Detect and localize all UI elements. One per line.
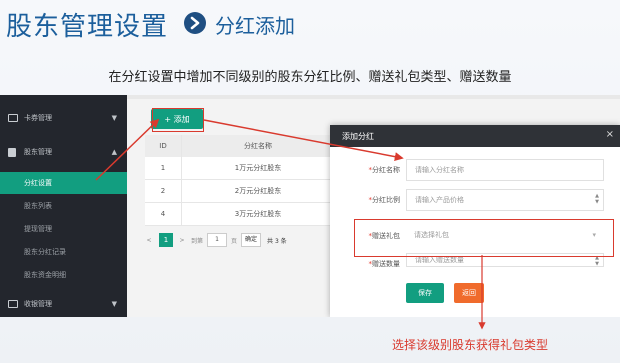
sidebar-item-fund-details[interactable]: 股东资金明细 bbox=[0, 264, 127, 286]
page-number-input[interactable]: 1 bbox=[207, 233, 228, 247]
table-row[interactable]: 4 3万元分红股东 bbox=[145, 203, 335, 226]
field-label: *分红名称 bbox=[368, 166, 401, 174]
sidebar-group-label: 股东管理 bbox=[24, 148, 52, 156]
column-header-name: 分红名称 bbox=[244, 142, 272, 150]
sidebar: 卡券管理 ▼ 股东管理 ▲ 分红设置 股东列表 提现管理 股东分红记录 股东资金… bbox=[0, 95, 127, 317]
page-title: 股东管理设置 bbox=[6, 12, 169, 42]
table-row[interactable]: 1 1万元分红股东 bbox=[145, 157, 335, 180]
sidebar-item-label: 股东分红记录 bbox=[24, 248, 66, 256]
field-label: *赠送数量 bbox=[368, 260, 401, 268]
back-button[interactable]: 返回 bbox=[454, 283, 484, 303]
sidebar-item-dividend-settings[interactable]: 分红设置 bbox=[0, 172, 127, 194]
cell-id: 1 bbox=[145, 157, 182, 179]
stepper-icon[interactable]: ▲ ▼ bbox=[595, 193, 599, 205]
sidebar-group-card[interactable]: 卡券管理 ▼ bbox=[0, 107, 127, 129]
sidebar-item-dividend-records[interactable]: 股东分红记录 bbox=[0, 241, 127, 263]
field-label: *分红比例 bbox=[368, 196, 401, 204]
sidebar-item-label: 分红设置 bbox=[24, 179, 52, 187]
user-icon bbox=[8, 147, 16, 157]
form-row-dividend-name: *分红名称 请输入分红名称 bbox=[330, 159, 620, 181]
check-icon bbox=[8, 300, 18, 308]
sidebar-group-cashier[interactable]: 收银管理 ▼ bbox=[0, 293, 127, 315]
cell-id: 4 bbox=[145, 203, 182, 225]
next-page-button[interactable]: > bbox=[177, 237, 187, 244]
modal-title: 添加分红 bbox=[342, 132, 374, 141]
table-row[interactable]: 2 2万元分红股东 bbox=[145, 180, 335, 203]
sidebar-item-label: 股东列表 bbox=[24, 202, 52, 210]
total-count: 共 3 条 bbox=[267, 237, 287, 245]
sidebar-group-label: 收银管理 bbox=[24, 300, 52, 308]
cell-name: 3万元分红股东 bbox=[234, 210, 282, 218]
highlight-add-button bbox=[152, 108, 204, 132]
goto-label: 到第 bbox=[191, 237, 204, 245]
sidebar-item-label: 提现管理 bbox=[24, 225, 52, 233]
cell-id: 2 bbox=[145, 180, 182, 202]
input-placeholder: 请输入赠送数量 bbox=[415, 256, 464, 264]
chevron-up-icon: ▲ bbox=[111, 148, 117, 156]
card-icon bbox=[8, 114, 18, 122]
highlight-gift-package bbox=[354, 219, 614, 257]
form-row-dividend-ratio: *分红比例 请输入产品价格 ▲ ▼ bbox=[330, 189, 620, 211]
sidebar-item-shareholder-list[interactable]: 股东列表 bbox=[0, 195, 127, 217]
current-page[interactable]: 1 bbox=[159, 233, 173, 247]
save-button[interactable]: 保存 bbox=[406, 283, 444, 303]
cell-name: 2万元分红股东 bbox=[234, 187, 282, 195]
close-icon[interactable]: × bbox=[606, 129, 614, 140]
page-subtitle: 分红添加 bbox=[215, 14, 295, 38]
cell-name: 1万元分红股东 bbox=[234, 164, 282, 172]
sidebar-group-shareholder[interactable]: 股东管理 ▲ bbox=[0, 141, 127, 163]
top-strip bbox=[127, 95, 620, 99]
column-header-id: ID bbox=[145, 135, 182, 157]
prev-page-button[interactable]: < bbox=[145, 237, 153, 244]
input-placeholder: 请输入产品价格 bbox=[415, 196, 464, 204]
page-unit-label: 页 bbox=[231, 237, 238, 245]
dividend-ratio-input[interactable]: 请输入产品价格 ▲ ▼ bbox=[406, 189, 604, 211]
chevron-down-icon: ▼ bbox=[111, 114, 117, 122]
chevron-down-icon: ▼ bbox=[111, 300, 117, 308]
dividend-name-input[interactable]: 请输入分红名称 bbox=[406, 159, 604, 181]
confirm-page-button[interactable]: 确定 bbox=[241, 233, 262, 247]
chevron-right-icon bbox=[184, 12, 206, 34]
modal-header: 添加分红 × bbox=[330, 125, 620, 147]
app-screenshot: 卡券管理 ▼ 股东管理 ▲ 分红设置 股东列表 提现管理 股东分红记录 股东资金… bbox=[0, 95, 620, 317]
table-header: ID 分红名称 bbox=[145, 135, 335, 157]
sidebar-group-label: 卡券管理 bbox=[24, 114, 52, 122]
annotation-caption: 选择该级别股东获得礼包类型 bbox=[392, 338, 549, 352]
pagination: < 1 > 到第 1 页 确定 共 3 条 bbox=[145, 232, 287, 248]
sidebar-item-withdraw[interactable]: 提现管理 bbox=[0, 218, 127, 240]
page-description: 在分红设置中增加不同级别的股东分红比例、赠送礼包类型、赠送数量 bbox=[108, 70, 512, 85]
sidebar-item-label: 股东资金明细 bbox=[24, 271, 66, 279]
